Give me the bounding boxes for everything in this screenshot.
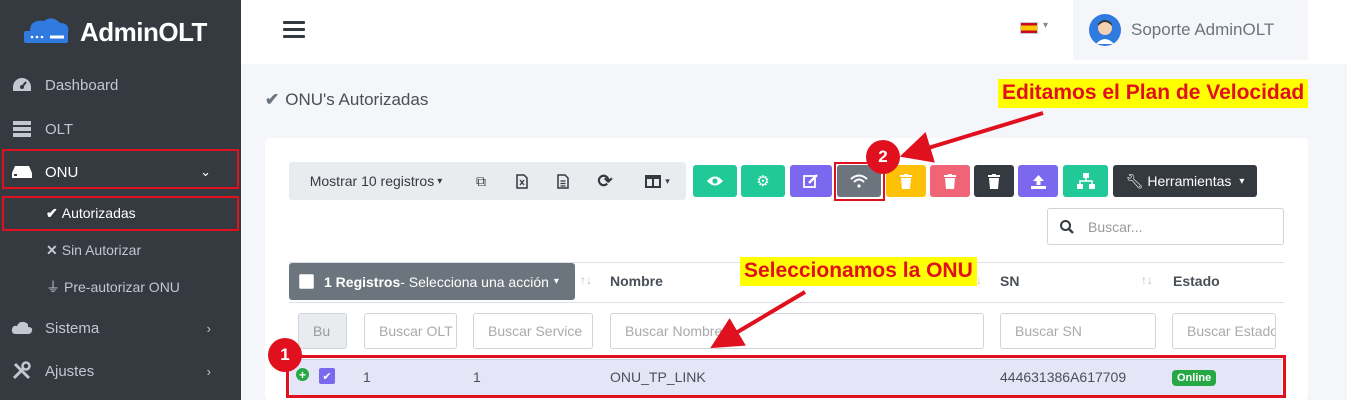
arrow-to-speed-button	[899, 111, 1044, 163]
annotation-arrows	[710, 111, 1044, 349]
arrow-to-onu-row	[710, 290, 807, 349]
